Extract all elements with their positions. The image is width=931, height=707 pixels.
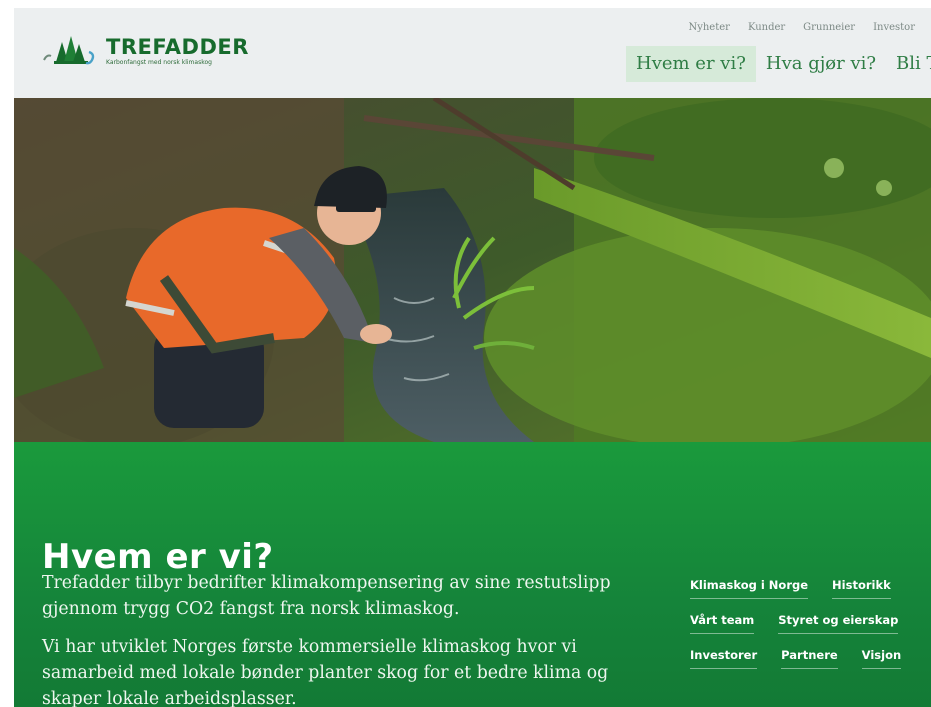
trees-logo-icon xyxy=(43,36,95,65)
page: TREFADDER Karbonfangst med norsk klimask… xyxy=(14,8,931,707)
sub-navigation: Klimaskog i Norge Historikk Vårt team St… xyxy=(690,578,902,683)
top-link-kunder[interactable]: Kunder xyxy=(748,22,785,33)
sublink-styret-og-eierskap[interactable]: Styret og eierskap xyxy=(778,613,899,634)
nav-hva-gjor-vi[interactable]: Hva gjør vi? xyxy=(756,46,886,82)
intro-paragraph: Trefadder tilbyr bedrifter klimakompense… xyxy=(42,573,611,619)
top-links: Nyheter Kunder Grunneier Investor xyxy=(688,22,915,33)
logo[interactable]: TREFADDER Karbonfangst med norsk klimask… xyxy=(42,32,249,66)
forest-stream-photo xyxy=(14,98,931,442)
sublinks-row: Klimaskog i Norge Historikk xyxy=(690,578,901,599)
details-paragraph: Vi har utviklet Norges første kommersiel… xyxy=(42,637,609,707)
about-section: Hvem er vi? Trefadder tilbyr bedrifter k… xyxy=(14,442,931,707)
sublinks-row: Vårt team Styret og eierskap xyxy=(690,613,901,634)
main-nav: Hvem er vi? Hva gjør vi? Bli Trefadder xyxy=(626,46,931,82)
site-header: TREFADDER Karbonfangst med norsk klimask… xyxy=(14,8,931,98)
brand-tagline: Karbonfangst med norsk klimaskog xyxy=(106,59,212,66)
top-link-investor[interactable]: Investor xyxy=(873,22,915,33)
sublink-klimaskog-i-norge[interactable]: Klimaskog i Norge xyxy=(690,578,809,599)
top-link-nyheter[interactable]: Nyheter xyxy=(688,22,729,33)
nav-hvem-er-vi[interactable]: Hvem er vi? xyxy=(626,46,756,82)
hero-image xyxy=(14,98,931,442)
sublink-historikk[interactable]: Historikk xyxy=(832,578,891,599)
sublinks-row: Investorer Partnere Visjon xyxy=(690,648,902,669)
top-link-grunneier[interactable]: Grunneier xyxy=(803,22,855,33)
nav-bli-trefadder[interactable]: Bli Trefadder xyxy=(886,46,931,82)
brand-name: TREFADDER xyxy=(106,35,249,59)
sublink-partnere[interactable]: Partnere xyxy=(781,648,838,669)
sublink-visjon[interactable]: Visjon xyxy=(861,648,902,669)
sublink-investorer[interactable]: Investorer xyxy=(690,648,758,669)
sublink-vart-team[interactable]: Vårt team xyxy=(690,613,755,634)
